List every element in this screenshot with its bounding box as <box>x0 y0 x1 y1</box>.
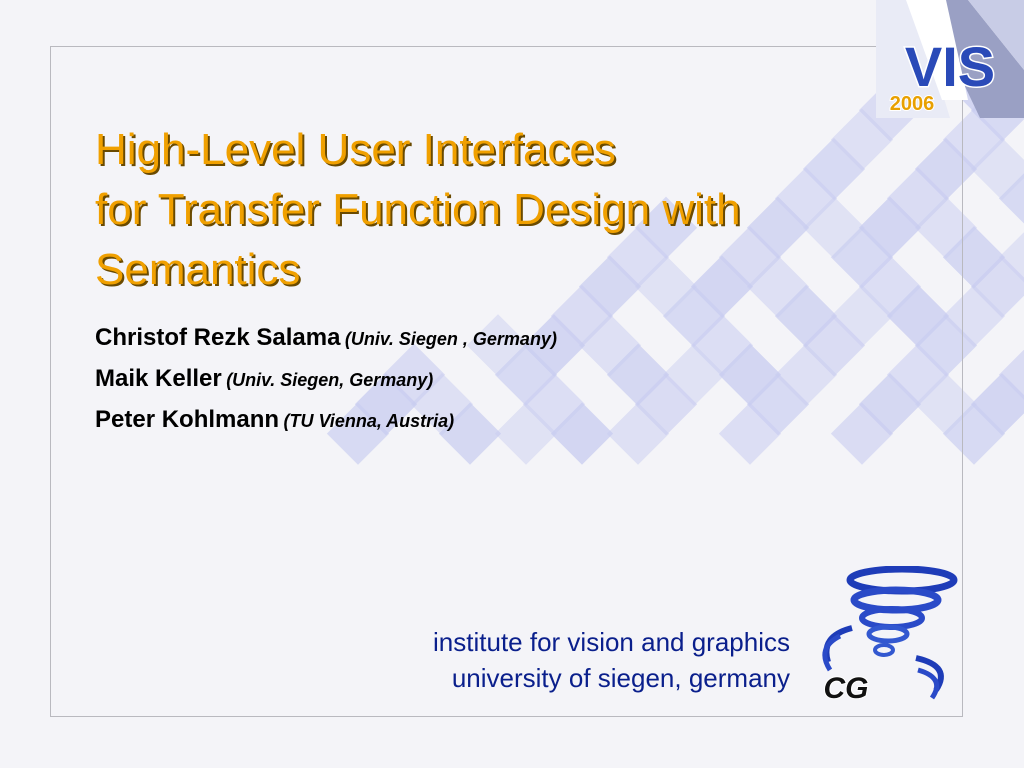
cg-logo-text: CG <box>824 672 869 705</box>
title-line: Semantics <box>95 245 301 294</box>
author-affiliation: (TU Vienna, Austria) <box>283 411 455 431</box>
institute-line: university of siegen, germany <box>451 663 790 693</box>
title-line: for Transfer Function Design with <box>95 185 741 234</box>
author-entry: Christof Rezk Salama (Univ. Siegen , Ger… <box>95 324 557 365</box>
slide-title: High-Level User Interfaces for Transfer … <box>95 120 741 300</box>
author-entry: Maik Keller (Univ. Siegen, Germany) <box>95 365 557 406</box>
author-name: Peter Kohlmann <box>95 406 280 433</box>
institute-block: institute for vision and graphics univer… <box>433 624 790 696</box>
institute-line: institute for vision and graphics <box>433 627 790 657</box>
author-name: Christof Rezk Salama <box>95 324 341 351</box>
title-line: High-Level User Interfaces <box>95 125 616 174</box>
cg-logo: CG <box>806 566 958 706</box>
author-list: Christof Rezk Salama (Univ. Siegen , Ger… <box>95 324 557 447</box>
slide: High-Level User Interfaces for Transfer … <box>0 0 1024 768</box>
vis-2006-logo: VIS 2006 <box>876 0 1024 118</box>
author-affiliation: (Univ. Siegen, Germany) <box>226 370 434 390</box>
vis-logo-year: 2006 <box>890 93 935 115</box>
author-entry: Peter Kohlmann (TU Vienna, Austria) <box>95 406 557 447</box>
author-affiliation: (Univ. Siegen , Germany) <box>344 329 557 349</box>
author-name: Maik Keller <box>95 365 222 392</box>
vis-logo-text: VIS <box>905 35 995 98</box>
